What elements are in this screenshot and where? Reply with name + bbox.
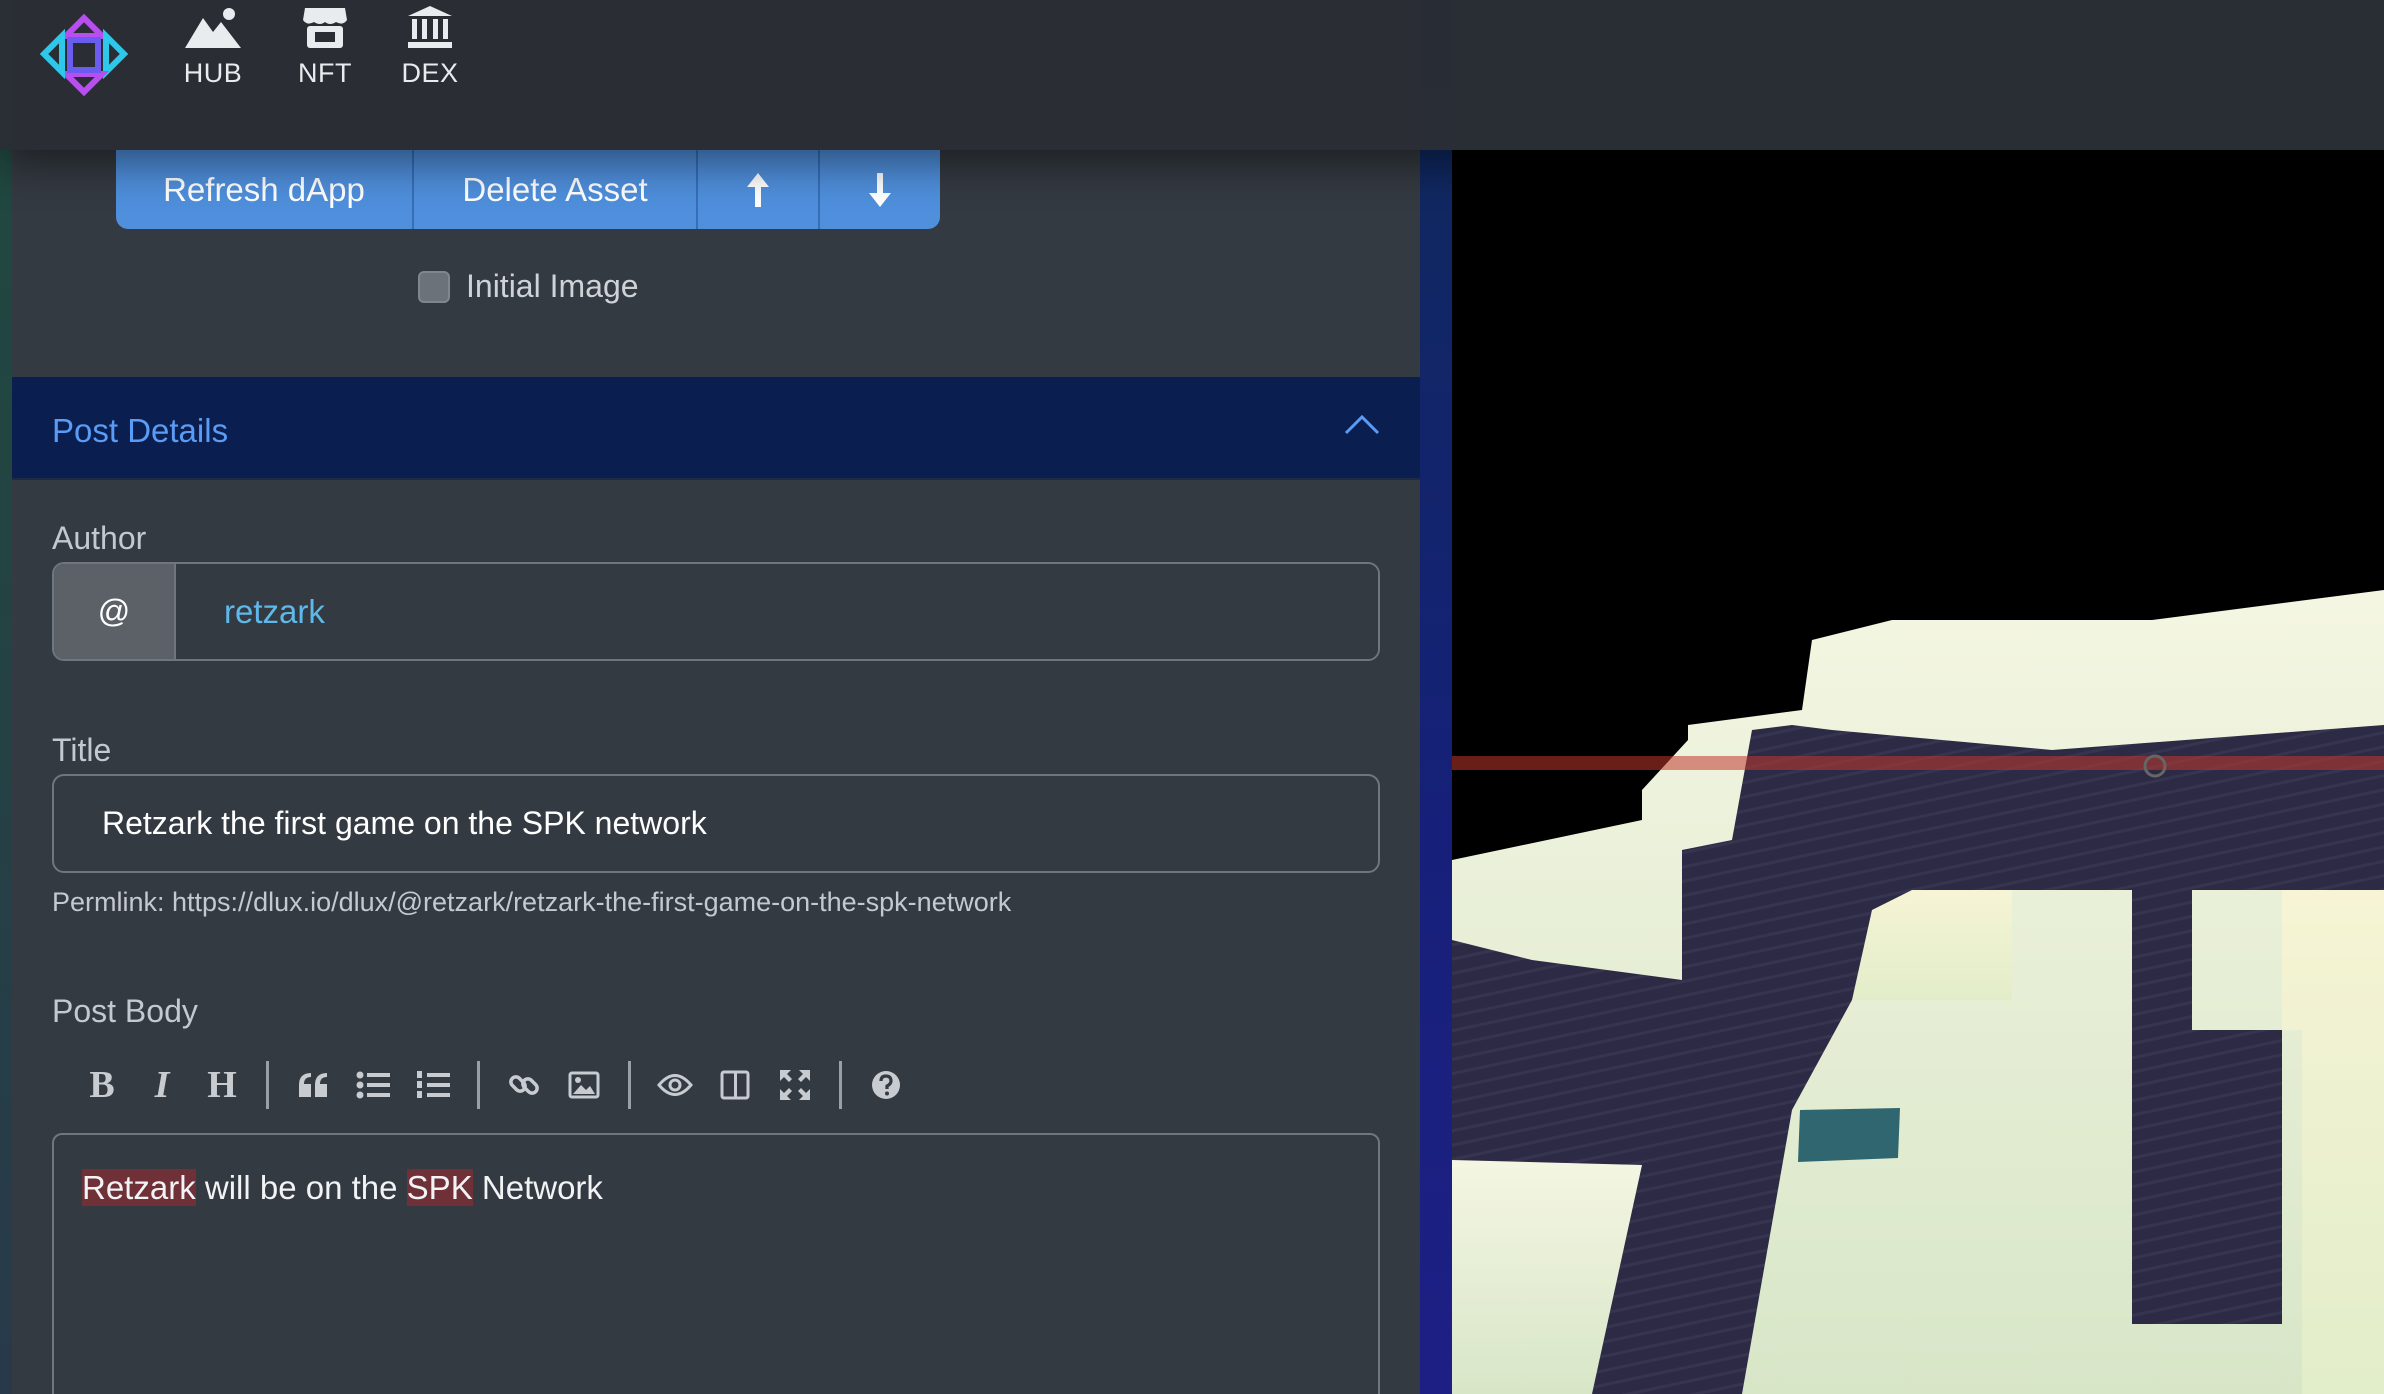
question-circle-icon <box>872 1071 900 1099</box>
permalink-text: Permlink: https://dlux.io/dlux/@retzark/… <box>52 887 1012 917</box>
left-edge-strip <box>0 0 12 1394</box>
initial-image-row: Initial Image <box>418 268 639 305</box>
side-by-side-button[interactable] <box>705 1055 765 1115</box>
top-navbar: HUB NFT DEX <box>0 0 2384 150</box>
panel-divider <box>1420 0 1452 1394</box>
bullet-list-button[interactable] <box>343 1055 403 1115</box>
body-segment-misspelled: SPK <box>406 1169 473 1206</box>
asset-button-group: Refresh dApp Delete Asset <box>116 150 940 229</box>
eye-icon <box>657 1074 693 1096</box>
dlux-logo-icon[interactable] <box>40 14 128 96</box>
numbered-list-icon <box>417 1071 450 1098</box>
toolbar-separator <box>839 1061 842 1109</box>
body-segment-misspelled: Retzark <box>82 1169 196 1206</box>
author-label: Author <box>52 520 147 556</box>
title-input[interactable] <box>52 774 1380 873</box>
markdown-toolbar: B I H <box>52 1055 916 1115</box>
post-body-editor[interactable]: Retzark will be on the SPK Network <box>52 1133 1380 1394</box>
preview-button[interactable] <box>645 1055 705 1115</box>
quote-icon <box>299 1073 327 1097</box>
heading-button[interactable]: H <box>192 1055 252 1115</box>
initial-image-checkbox[interactable] <box>418 270 450 303</box>
nav-dex-label: DEX <box>401 58 459 88</box>
help-button[interactable] <box>856 1055 916 1115</box>
quote-button[interactable] <box>283 1055 343 1115</box>
author-input-group: @ <box>52 562 1380 661</box>
columns-icon <box>720 1070 750 1100</box>
toolbar-separator <box>628 1061 631 1109</box>
toolbar-separator <box>266 1061 269 1109</box>
numbered-list-button[interactable] <box>403 1055 463 1115</box>
arrow-down-icon <box>869 172 891 207</box>
delete-asset-button[interactable]: Delete Asset <box>414 150 698 229</box>
author-at-prefix: @ <box>54 564 176 659</box>
mountain-icon <box>185 8 241 48</box>
move-down-button[interactable] <box>820 150 940 229</box>
post-details-title: Post Details <box>52 412 229 449</box>
title-label: Title <box>52 732 112 768</box>
body-segment: will be on the <box>195 1169 407 1206</box>
initial-image-label: Initial Image <box>466 268 639 304</box>
arrow-up-icon <box>747 172 769 207</box>
teal-block <box>1798 1108 1900 1162</box>
nav-hub-label: HUB <box>183 58 243 88</box>
nav-dex[interactable]: DEX <box>375 6 485 98</box>
italic-button[interactable]: I <box>132 1055 192 1115</box>
link-icon <box>509 1075 539 1095</box>
fullscreen-button[interactable] <box>765 1055 825 1115</box>
game-scene <box>1452 150 2384 1394</box>
author-input[interactable] <box>176 564 1378 659</box>
store-icon <box>303 8 347 48</box>
refresh-dapp-button[interactable]: Refresh dApp <box>116 150 414 229</box>
fullscreen-icon <box>780 1070 810 1100</box>
game-preview-canvas[interactable] <box>1452 150 2384 1394</box>
nav-nft-label: NFT <box>298 58 352 88</box>
post-body-label: Post Body <box>52 993 198 1029</box>
bold-button[interactable]: B <box>72 1055 132 1115</box>
link-button[interactable] <box>494 1055 554 1115</box>
toolbar-separator <box>477 1061 480 1109</box>
nav-nft[interactable]: NFT <box>270 6 380 98</box>
post-details-accordion-header[interactable]: Post Details <box>12 377 1420 480</box>
bank-icon <box>408 6 452 48</box>
image-button[interactable] <box>554 1055 614 1115</box>
chevron-up-icon <box>1344 414 1380 435</box>
image-icon <box>568 1071 600 1099</box>
body-segment: Network <box>472 1169 603 1206</box>
bullet-list-icon <box>356 1071 390 1099</box>
nav-hub[interactable]: HUB <box>158 6 268 98</box>
move-up-button[interactable] <box>698 150 820 229</box>
laser-line <box>1452 756 2384 770</box>
